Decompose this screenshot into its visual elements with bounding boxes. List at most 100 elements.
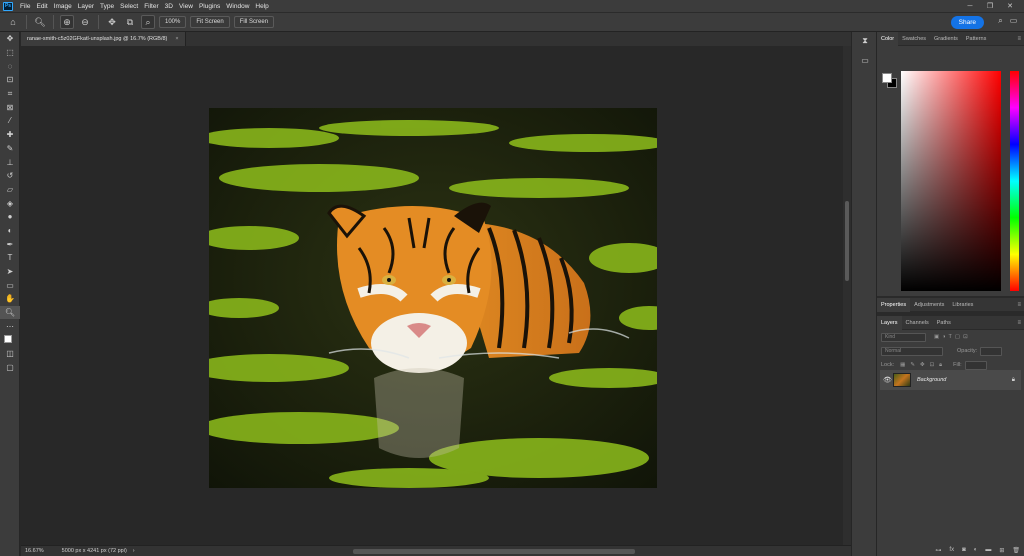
opacity-field[interactable] — [980, 346, 1003, 356]
workspace-icon[interactable]: ▭ — [1007, 16, 1020, 29]
zoom-100-button[interactable]: 100% — [159, 16, 187, 28]
menu-layer[interactable]: Layer — [78, 3, 94, 10]
share-button[interactable]: Share — [950, 16, 984, 29]
eye-icon[interactable]: 👁︎ — [883, 376, 892, 384]
history-icon[interactable]: ⧗ — [852, 36, 878, 52]
layer-row[interactable]: 👁︎ Background 🔒︎ — [880, 370, 1021, 390]
color-panel — [877, 46, 1024, 298]
resize-windows-icon[interactable]: ✥ — [105, 15, 119, 29]
menu-plugins[interactable]: Plugins — [199, 3, 220, 10]
menu-view[interactable]: View — [179, 3, 193, 10]
tab-properties[interactable]: Properties — [877, 297, 911, 312]
home-icon[interactable]: ⌂ — [6, 15, 20, 29]
hue-slider[interactable] — [1010, 71, 1019, 291]
menu-help[interactable]: Help — [255, 3, 268, 10]
vertical-scroll-thumb[interactable] — [845, 201, 849, 281]
minimize-icon[interactable]: ─ — [960, 3, 980, 10]
fit-screen-button[interactable]: Fit Screen — [190, 16, 230, 28]
restore-icon[interactable]: ❐ — [980, 2, 1000, 10]
panel-menu-icon[interactable]: ≡ — [1017, 320, 1021, 326]
zoom-in-icon[interactable]: ⊕ — [60, 15, 74, 29]
comments-icon[interactable]: ▭ — [852, 56, 878, 72]
menu-filter[interactable]: Filter — [144, 3, 158, 10]
tool-stamp[interactable]: ⊥ — [0, 155, 20, 169]
tab-paths[interactable]: Paths — [933, 316, 955, 330]
tool-zoom[interactable]: 🔍︎ — [0, 305, 20, 320]
search-icon[interactable]: ⌕ — [994, 16, 1007, 29]
tool-marquee[interactable]: ⬚ — [0, 46, 20, 60]
menu-image[interactable]: Image — [54, 3, 72, 10]
lock-icons[interactable]: ▦✎✥⊡🔒︎ — [900, 362, 947, 369]
menu-3d[interactable]: 3D — [165, 3, 173, 10]
zoom-level[interactable]: 16.67% — [25, 548, 44, 554]
fill-screen-button[interactable]: Fill Screen — [233, 16, 275, 28]
tab-swatches[interactable]: Swatches — [898, 32, 930, 46]
tab-color[interactable]: Color — [877, 31, 899, 46]
menu-window[interactable]: Window — [226, 3, 249, 10]
quick-mask-icon[interactable]: ◫ — [0, 347, 20, 361]
tool-hand[interactable]: ✋ — [0, 292, 20, 306]
layer-filter-select[interactable]: Kind — [881, 332, 926, 342]
screen-mode-icon[interactable]: ▢ — [0, 361, 20, 375]
blend-mode-select[interactable]: Normal — [881, 346, 943, 356]
menu-edit[interactable]: Edit — [36, 3, 47, 10]
zoom-out-icon[interactable]: ⊖ — [78, 15, 92, 29]
tab-layers[interactable]: Layers — [877, 315, 902, 330]
fill-field[interactable] — [964, 360, 987, 370]
trash-icon[interactable]: 🗑︎ — [1012, 547, 1020, 554]
horizontal-scroll-thumb[interactable] — [353, 549, 635, 554]
fx-icon[interactable]: fx — [949, 547, 954, 553]
filter-type-icons[interactable]: ▣◑T▢⊡ — [934, 334, 971, 340]
tab-libraries[interactable]: Libraries — [948, 298, 977, 312]
lock-icon[interactable]: 🔒︎ — [1012, 377, 1015, 384]
adjustment-layer-icon[interactable]: ◐ — [974, 547, 978, 553]
tool-eyedropper[interactable]: ⁄ — [0, 114, 20, 128]
tool-eraser[interactable]: ▱ — [0, 183, 20, 197]
tool-path-select[interactable]: ➤ — [0, 265, 20, 279]
tool-more[interactable]: ⋯ — [0, 319, 20, 333]
tool-blur[interactable]: ● — [0, 210, 20, 224]
scrubby-zoom-icon[interactable]: ⌕ — [141, 15, 155, 29]
tab-gradients[interactable]: Gradients — [930, 32, 962, 46]
panel-menu-icon[interactable]: ≡ — [1017, 302, 1021, 308]
tool-dodge[interactable]: ◐ — [0, 224, 20, 238]
tool-rectangle[interactable]: ▭ — [0, 278, 20, 292]
close-icon[interactable]: ✕ — [1000, 2, 1020, 10]
tool-pen[interactable]: ✒ — [0, 237, 20, 251]
layer-name[interactable]: Background — [917, 377, 946, 383]
color-swatches[interactable] — [0, 333, 20, 348]
menu-type[interactable]: Type — [100, 3, 114, 10]
tool-crop[interactable]: ⌗ — [0, 87, 20, 101]
tool-healing[interactable]: ✚ — [0, 128, 20, 142]
link-layers-icon[interactable]: ⊶ — [935, 547, 941, 554]
color-picker-field[interactable] — [901, 71, 1001, 291]
tab-patterns[interactable]: Patterns — [962, 32, 990, 46]
status-menu-arrow-icon[interactable]: › — [133, 548, 135, 554]
zoom-tool-preset-icon[interactable]: 🔍︎ — [33, 15, 47, 29]
vertical-scrollbar[interactable] — [843, 46, 851, 545]
tool-frame[interactable]: ⊠ — [0, 100, 20, 114]
tab-channels[interactable]: Channels — [902, 316, 933, 330]
tab-adjustments[interactable]: Adjustments — [910, 298, 948, 312]
tool-paint-bucket[interactable]: ◈ — [0, 196, 20, 210]
tool-type[interactable]: T — [0, 251, 20, 265]
tiger-photo[interactable] — [209, 108, 657, 488]
menu-file[interactable]: File — [20, 3, 30, 10]
add-mask-icon[interactable]: ◙ — [962, 547, 966, 553]
foreground-color-swatch[interactable] — [4, 335, 12, 344]
tool-move[interactable]: ✥ — [0, 32, 20, 46]
tool-brush[interactable]: ✎ — [0, 142, 20, 156]
foreground-color-swatch[interactable] — [882, 73, 892, 83]
new-group-icon[interactable]: ▬ — [985, 547, 991, 553]
tool-lasso[interactable]: ◌ — [0, 59, 20, 73]
close-tab-icon[interactable]: × — [175, 36, 178, 42]
panel-menu-icon[interactable]: ≡ — [1017, 36, 1021, 42]
tool-object-select[interactable]: ⊡ — [0, 73, 20, 87]
new-layer-icon[interactable]: ⊞ — [999, 547, 1004, 554]
right-panels: Color Swatches Gradients Patterns ≡ Prop… — [877, 31, 1024, 556]
zoom-all-windows-icon[interactable]: ⧉ — [123, 15, 137, 29]
document-tab[interactable]: ranae-smith-c5z02GFkatl-unsplash.jpg @ 1… — [21, 32, 186, 46]
tool-history-brush[interactable]: ↺ — [0, 169, 20, 183]
menu-select[interactable]: Select — [120, 3, 138, 10]
canvas-area[interactable] — [21, 46, 843, 545]
